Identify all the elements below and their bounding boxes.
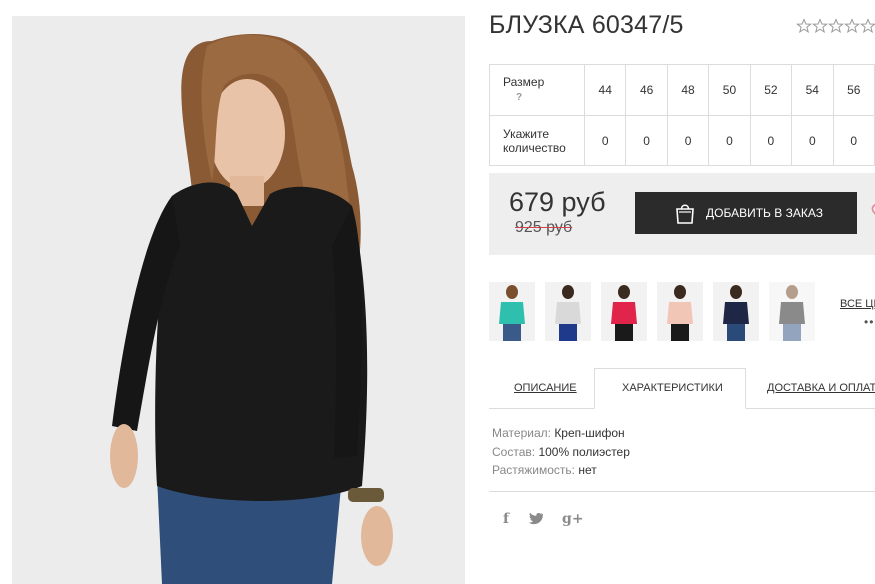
size-row: Размер ? 44 46 48 50 52 54 56 bbox=[489, 64, 875, 116]
spec-value: Креп-шифон bbox=[554, 426, 625, 440]
old-price: 925 руб bbox=[515, 219, 573, 236]
size-cell: 44 bbox=[583, 64, 627, 116]
star-icon[interactable] bbox=[812, 18, 828, 34]
spec-key: Состав: bbox=[492, 444, 536, 459]
specs-list: Материал: Креп-шифон Состав: 100% полиэс… bbox=[492, 424, 630, 480]
more-dots-icon[interactable]: •• bbox=[864, 315, 874, 329]
tab-description[interactable]: ОПИСАНИЕ bbox=[514, 382, 577, 394]
facebook-icon[interactable]: f bbox=[503, 511, 509, 527]
spec-row: Растяжимость: нет bbox=[492, 461, 630, 480]
social-share: f g+ bbox=[503, 511, 603, 527]
quantity-input[interactable]: 0 bbox=[625, 115, 668, 166]
quantity-input[interactable]: 0 bbox=[832, 115, 875, 166]
price-box: 679 руб 925 руб ДОБАВИТЬ В ЗАКАЗ bbox=[489, 173, 875, 255]
color-thumbnail[interactable] bbox=[657, 282, 703, 341]
spec-value: 100% полиэстер bbox=[538, 444, 630, 459]
size-cell: 56 bbox=[832, 64, 875, 116]
star-icon[interactable] bbox=[860, 18, 875, 34]
star-icon[interactable] bbox=[796, 18, 812, 34]
color-thumbnail[interactable] bbox=[489, 282, 535, 341]
color-thumbnail[interactable] bbox=[601, 282, 647, 341]
color-thumbnail[interactable] bbox=[713, 282, 759, 341]
twitter-icon[interactable] bbox=[528, 512, 544, 526]
tab-characteristics[interactable]: ХАРАКТЕРИСТИКИ bbox=[622, 382, 723, 394]
color-thumbnail[interactable] bbox=[769, 282, 815, 341]
quantity-input[interactable]: 0 bbox=[791, 115, 834, 166]
size-cell: 48 bbox=[666, 64, 710, 116]
size-cell: 46 bbox=[625, 64, 668, 116]
color-thumbnails bbox=[489, 282, 825, 341]
google-plus-icon[interactable]: g+ bbox=[562, 511, 584, 527]
size-cell: 52 bbox=[749, 64, 793, 116]
product-title: БЛУЗКА 60347/5 bbox=[489, 11, 684, 39]
tab-delivery-payment[interactable]: ДОСТАВКА И ОПЛАТА bbox=[767, 382, 875, 394]
add-to-order-label: ДОБАВИТЬ В ЗАКАЗ bbox=[706, 206, 823, 220]
add-to-order-button[interactable]: ДОБАВИТЬ В ЗАКАЗ bbox=[635, 192, 857, 234]
rating-stars[interactable] bbox=[796, 18, 875, 34]
quantity-label-cell: Укажите количество bbox=[489, 115, 585, 166]
size-cell: 50 bbox=[708, 64, 751, 116]
spec-key: Растяжимость: bbox=[492, 463, 576, 477]
quantity-label-line2: количество bbox=[503, 140, 566, 155]
size-table: Размер ? 44 46 48 50 52 54 56 Укажите ко… bbox=[489, 64, 875, 166]
color-thumbnail[interactable] bbox=[545, 282, 591, 341]
product-photo[interactable] bbox=[12, 16, 465, 584]
size-help-icon[interactable]: ? bbox=[516, 91, 584, 105]
section-divider bbox=[489, 491, 875, 492]
quantity-input[interactable]: 0 bbox=[583, 115, 627, 166]
all-colors-link[interactable]: ВСЕ ЦВ bbox=[840, 298, 875, 310]
quantity-row: Укажите количество 0 0 0 0 0 0 0 bbox=[489, 115, 875, 166]
star-icon[interactable] bbox=[828, 18, 844, 34]
spec-key: Материал: bbox=[492, 426, 551, 440]
heart-icon[interactable] bbox=[867, 201, 875, 223]
star-icon[interactable] bbox=[844, 18, 860, 34]
quantity-input[interactable]: 0 bbox=[666, 115, 710, 166]
spec-row: Состав: 100% полиэстер bbox=[492, 443, 630, 462]
shopping-bag-icon bbox=[676, 204, 694, 224]
quantity-input[interactable]: 0 bbox=[708, 115, 751, 166]
size-label-cell: Размер ? bbox=[489, 64, 585, 116]
size-label: Размер bbox=[503, 75, 545, 89]
quantity-label-line1: Укажите bbox=[503, 126, 550, 141]
spec-value: нет bbox=[578, 463, 597, 477]
spec-row: Материал: Креп-шифон bbox=[492, 424, 630, 443]
size-cell: 54 bbox=[791, 64, 834, 116]
quantity-input[interactable]: 0 bbox=[749, 115, 793, 166]
current-price: 679 руб bbox=[509, 187, 606, 217]
